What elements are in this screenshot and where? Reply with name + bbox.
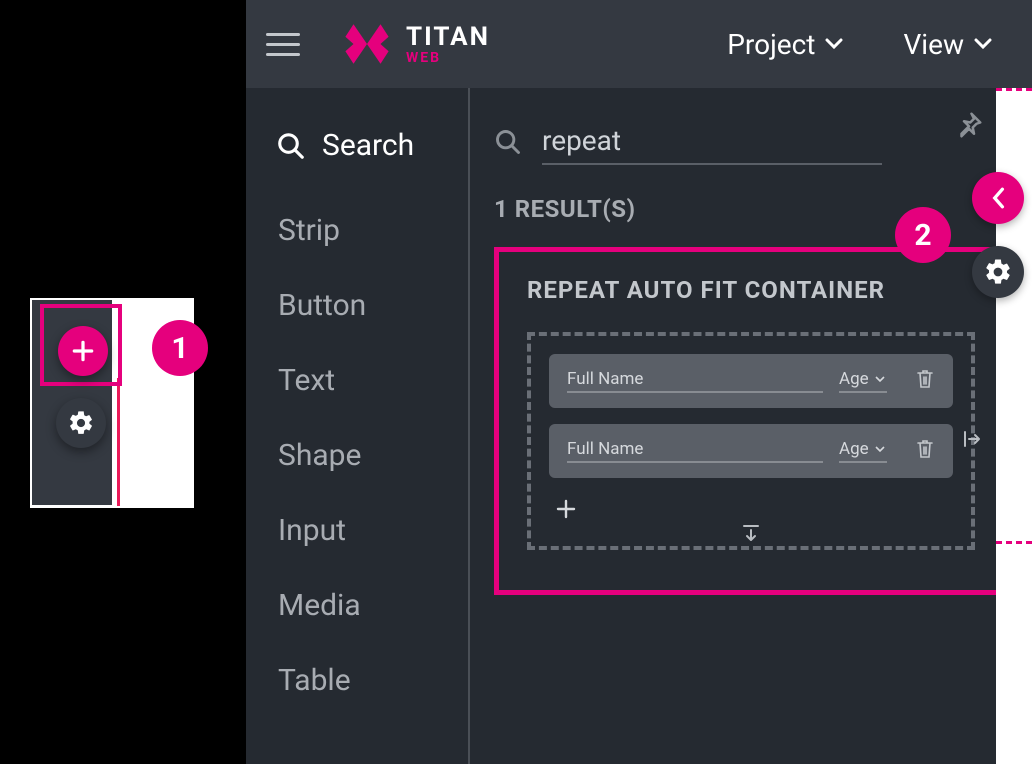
- callout-badge-1: 1: [152, 320, 208, 376]
- chevron-left-icon: [990, 187, 1006, 209]
- pin-icon: [954, 110, 984, 140]
- menu-view-label: View: [903, 28, 964, 61]
- menu-project[interactable]: Project: [727, 28, 843, 61]
- mini-preview-guide-line: [117, 378, 120, 506]
- field-fullname[interactable]: Full Name: [567, 439, 823, 463]
- sidebar-item-button[interactable]: Button: [246, 268, 468, 343]
- canvas-settings-button[interactable]: [972, 246, 1024, 298]
- sidebar-search-label: Search: [322, 128, 414, 163]
- expand-right-button[interactable]: [961, 428, 983, 454]
- chevron-down-icon: [875, 446, 885, 453]
- field-age-dropdown[interactable]: Age: [839, 439, 887, 463]
- top-bar: TITAN WEB Project View: [246, 0, 1032, 88]
- search-icon: [276, 131, 306, 161]
- sidebar-item-shape[interactable]: Shape: [246, 418, 468, 493]
- field-age-dropdown[interactable]: Age: [839, 369, 887, 393]
- sidebar-item-strip[interactable]: Strip: [246, 193, 468, 268]
- arrow-expand-down-icon: [740, 522, 762, 544]
- trash-icon: [915, 438, 935, 460]
- repeat-container-preview: Full Name Age Full Name: [527, 332, 975, 550]
- brand-logo-block: TITAN WEB: [340, 17, 490, 71]
- field-fullname[interactable]: Full Name: [567, 369, 823, 393]
- brand-subtitle: WEB: [406, 50, 490, 66]
- delete-row-button[interactable]: [915, 438, 935, 464]
- expand-down-button[interactable]: [740, 522, 762, 548]
- search-icon: [494, 128, 522, 156]
- menu-toggle-button[interactable]: [266, 24, 306, 64]
- elements-panel: 1 RESULT(S) REPEAT AUTO FIT CONTAINER Fu…: [470, 88, 1032, 764]
- sidebar-item-text[interactable]: Text: [246, 343, 468, 418]
- chevron-down-icon: [875, 376, 885, 383]
- plus-icon: [70, 338, 96, 364]
- pin-panel-button[interactable]: [954, 110, 984, 140]
- delete-row-button[interactable]: [915, 368, 935, 394]
- sidebar-search[interactable]: Search: [246, 128, 468, 193]
- menu-project-label: Project: [727, 28, 815, 61]
- app-window: TITAN WEB Project View Search Strip Butt…: [246, 0, 1032, 764]
- element-search-input[interactable]: [542, 118, 882, 165]
- trash-icon: [915, 368, 935, 390]
- gear-icon: [67, 409, 95, 437]
- plus-icon: [555, 498, 577, 520]
- field-age-label: Age: [839, 369, 869, 389]
- collapse-panel-button[interactable]: [972, 172, 1024, 224]
- menu-view[interactable]: View: [903, 28, 992, 61]
- result-title: REPEAT AUTO FIT CONTAINER: [527, 276, 975, 304]
- arrow-expand-right-icon: [961, 428, 983, 450]
- hamburger-icon: [266, 33, 300, 36]
- gear-icon: [983, 257, 1013, 287]
- add-element-button[interactable]: [58, 326, 108, 376]
- result-repeat-autofit-container[interactable]: REPEAT AUTO FIT CONTAINER Full Name Age: [494, 247, 1008, 595]
- sidebar-item-media[interactable]: Media: [246, 568, 468, 643]
- sidebar-item-input[interactable]: Input: [246, 493, 468, 568]
- field-age-label: Age: [839, 439, 869, 459]
- chevron-down-icon: [974, 38, 992, 50]
- sidebar-item-table[interactable]: Table: [246, 643, 468, 718]
- callout-badge-2: 2: [895, 207, 951, 263]
- repeat-row: Full Name Age: [549, 354, 953, 408]
- chevron-down-icon: [825, 38, 843, 50]
- titan-logo-icon: [340, 17, 394, 71]
- brand-name: TITAN: [406, 22, 490, 52]
- repeat-row: Full Name Age: [549, 424, 953, 478]
- elements-sidebar: Search Strip Button Text Shape Input Med…: [246, 88, 470, 764]
- settings-button[interactable]: [56, 398, 106, 448]
